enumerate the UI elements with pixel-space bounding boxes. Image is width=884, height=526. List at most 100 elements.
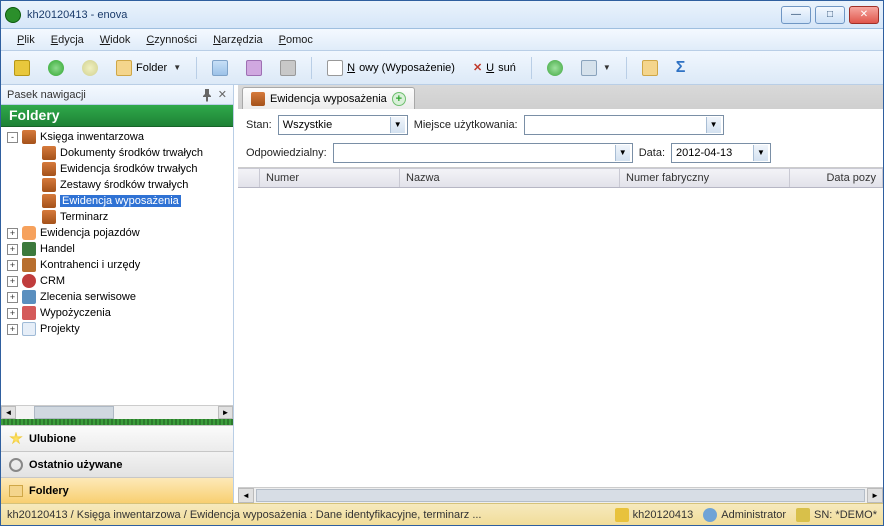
tabstrip: Ewidencja wyposażenia + [238,85,883,109]
tree-item-service[interactable]: +Zlecenia serwisowe [1,289,233,305]
puzzle-button[interactable] [239,55,269,81]
delete-button[interactable]: ✕UsuńUsuń [466,56,523,79]
scroll-track[interactable] [254,488,867,503]
accordion-folders[interactable]: Foldery [1,477,233,503]
back-button[interactable] [41,55,71,81]
grid-body[interactable] [238,188,883,487]
up-button[interactable] [7,55,37,81]
scroll-right-button[interactable]: ► [218,406,233,419]
col-numer[interactable]: Numer [260,169,400,187]
pin-icon[interactable] [200,88,214,102]
forward-button[interactable] [75,55,105,81]
main-row: Pasek nawigacji ✕ Foldery -Księga inwent… [1,85,883,503]
print-button[interactable]: ▼ [574,55,618,81]
grid-button[interactable] [205,55,235,81]
accordion-favorites[interactable]: Ulubione [1,425,233,451]
chevron-down-icon: ▼ [706,117,721,133]
tree-item-rentals[interactable]: + Wypożyczenia [1,305,233,321]
nav-close-icon[interactable]: ✕ [218,88,227,101]
tree-item-sets[interactable]: Zestawy środków trwałych [1,177,233,193]
box-icon [42,178,56,192]
folder-tree[interactable]: -Księga inwentarzowaDokumenty środków tr… [1,127,233,405]
tree-item-docs[interactable]: Dokumenty środków trwałych [1,145,233,161]
tree-item-label: Wypożyczenia [40,307,111,319]
box-icon [22,130,36,144]
scroll-left-button[interactable]: ◄ [1,406,16,419]
expander-icon[interactable]: + [7,244,18,255]
page-icon [22,322,36,336]
tree-item-crm[interactable]: +CRM [1,273,233,289]
expander-icon[interactable]: + [7,308,18,319]
miejsce-combo[interactable]: ▼ [524,115,724,135]
box-icon [42,162,56,176]
app-icon [5,7,21,23]
scroll-right-button[interactable]: ► [867,488,883,503]
content-area: Ewidencja wyposażenia + Stan: Wszystkie … [238,85,883,503]
tree-item-label: Ewidencja pojazdów [40,227,140,239]
grid-hscrollbar[interactable]: ◄ ► [238,487,883,503]
menubar: PPliklik EdycjaEdycja WidokWidok Czynnoś… [1,29,883,51]
tree-item-equip[interactable]: Ewidencja wyposażenia [1,193,233,209]
tree-item-vehicles[interactable]: + Ewidencja pojazdów [1,225,233,241]
chevron-down-icon: ▼ [173,63,181,72]
status-sn: SN: *DEMO* [796,508,877,522]
menu-actions[interactable]: CzynnościCzynności [138,32,205,48]
tree-item-contr[interactable]: +Kontrahenci i urzędy [1,257,233,273]
window-buttons: — □ ✕ [781,6,879,24]
tree-item-sched[interactable]: Terminarz [1,209,233,225]
nav-header-title: Pasek nawigacji [7,89,86,101]
scroll-thumb[interactable] [256,489,865,502]
odp-combo[interactable]: ▼ [333,143,633,163]
scroll-left-button[interactable]: ◄ [238,488,254,503]
expander-icon[interactable]: + [7,228,18,239]
scroll-thumb[interactable] [34,406,114,419]
menu-tools[interactable]: NarzędziaNarzędzia [205,32,271,48]
tree-item-book[interactable]: -Księga inwentarzowa [1,129,233,145]
expander-icon[interactable]: + [7,276,18,287]
col-numer-fabryczny[interactable]: Numer fabryczny [620,169,790,187]
sigma-button[interactable]: Σ [669,54,693,82]
tree-hscrollbar[interactable]: ◄ ► [1,405,233,419]
accordion-recent[interactable]: Ostatnio używane [1,451,233,477]
tree-item-projects[interactable]: +Projekty [1,321,233,337]
col-selector[interactable] [238,169,260,187]
menu-edit[interactable]: EdycjaEdycja [43,32,92,48]
box-icon [42,194,56,208]
statusbar: kh20120413 / Księga inwentarzowa / Ewide… [1,503,883,525]
maximize-button[interactable]: □ [815,6,845,24]
print-icon [581,60,597,76]
tab-equipment[interactable]: Ewidencja wyposażenia + [242,87,415,109]
tools-button[interactable] [273,55,303,81]
folder-button[interactable]: Folder▼ [109,55,188,81]
data-combo[interactable]: 2012-04-13 ▼ [671,143,771,163]
stan-combo[interactable]: Wszystkie ▼ [278,115,408,135]
expander-icon[interactable]: + [7,324,18,335]
col-nazwa[interactable]: Nazwa [400,169,620,187]
status-db-text: kh20120413 [633,509,694,521]
box-icon [251,92,265,106]
expander-icon[interactable]: - [7,132,18,143]
tree-item-trade[interactable]: +Handel [1,241,233,257]
menu-view[interactable]: WidokWidok [92,32,139,48]
status-user: Administrator [703,508,786,522]
add-icon[interactable]: + [392,92,406,106]
close-button[interactable]: ✕ [849,6,879,24]
menu-help[interactable]: PomocPomoc [271,32,321,48]
expander-icon[interactable]: + [7,260,18,271]
data-value: 2012-04-13 [676,147,732,159]
toolbar: Folder▼ Nowy (Wyposażenie)Nowy (Wyposaże… [1,51,883,85]
status-user-text: Administrator [721,509,786,521]
main-window: kh20120413 - enova — □ ✕ PPliklik Edycja… [0,0,884,526]
open-button[interactable] [635,55,665,81]
minimize-button[interactable]: — [781,6,811,24]
titlebar[interactable]: kh20120413 - enova — □ ✕ [1,1,883,29]
refresh-button[interactable] [540,55,570,81]
up-icon [14,60,30,76]
tree-item-assets[interactable]: Ewidencja środków trwałych [1,161,233,177]
menu-file[interactable]: PPliklik [9,32,43,48]
col-data-pozy[interactable]: Data pozy [790,169,883,187]
expander-icon[interactable]: + [7,292,18,303]
scroll-track[interactable] [16,406,218,419]
new-button[interactable]: Nowy (Wyposażenie)Nowy (Wyposażenie) [320,55,462,81]
tree-item-label: Terminarz [60,211,108,223]
